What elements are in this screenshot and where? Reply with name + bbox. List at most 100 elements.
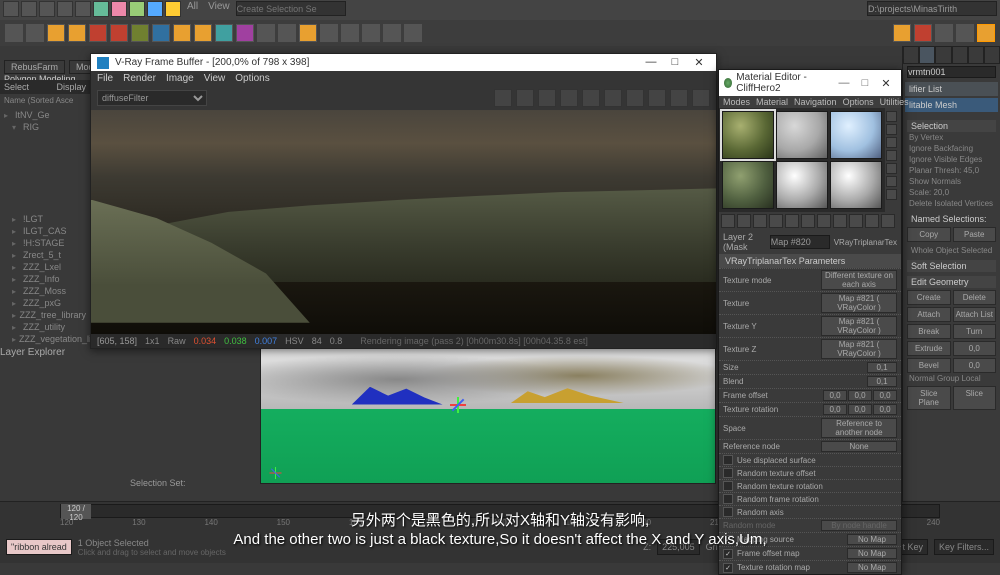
menu-modes[interactable]: Modes	[723, 97, 750, 107]
param-button[interactable]: Map #821 ( VRayColor )	[821, 293, 897, 313]
tree-item[interactable]: ▸ZZZ_vegetation_library	[2, 333, 88, 345]
ico[interactable]	[173, 24, 191, 42]
fx-icon[interactable]	[977, 24, 995, 42]
ico[interactable]	[236, 24, 254, 42]
tool-btn[interactable]	[21, 1, 37, 17]
param-button[interactable]: No Map	[847, 534, 897, 545]
tab-rebusfarm[interactable]: RebusFarm	[4, 60, 65, 74]
param-button[interactable]: No Map	[847, 562, 897, 573]
tree-item[interactable]: ▸ILGT_CAS	[2, 225, 88, 237]
maximize-button[interactable]: □	[855, 77, 875, 90]
minimize-button[interactable]: —	[834, 77, 854, 90]
select-tab[interactable]: Select	[4, 82, 29, 92]
tool-btn[interactable]	[111, 1, 127, 17]
type-label[interactable]: VRayTriplanarTex	[834, 238, 897, 247]
mat-tool-btn[interactable]	[769, 214, 783, 228]
mat-titlebar[interactable]: Material Editor - CliffHero2 — □ ✕	[719, 70, 901, 96]
attach-button[interactable]: Attach	[907, 307, 951, 322]
mat-tool-btn[interactable]	[881, 214, 895, 228]
stack-item[interactable]: litable Mesh	[905, 98, 998, 112]
rollout-selection[interactable]: Selection	[907, 120, 996, 132]
menu-image[interactable]: Image	[166, 73, 194, 84]
vfb-tool[interactable]	[692, 89, 710, 107]
rollout-edit-geometry[interactable]: Edit Geometry	[907, 276, 996, 288]
vfb-tool[interactable]	[626, 89, 644, 107]
material-slot[interactable]	[830, 161, 882, 209]
param-spinner[interactable]: 0,0	[873, 404, 897, 415]
checkbox[interactable]	[723, 494, 733, 504]
minimize-button[interactable]: —	[640, 56, 662, 69]
ico[interactable]	[404, 24, 422, 42]
param-dropdown[interactable]: By node handle	[821, 520, 897, 531]
tree-item[interactable]: ▸ZZZ_Info	[2, 273, 88, 285]
material-slot[interactable]	[776, 111, 828, 159]
mat-tool-btn[interactable]	[833, 214, 847, 228]
tree-item[interactable]: ▾RIG	[2, 121, 88, 133]
delete-button[interactable]: Delete	[953, 290, 997, 305]
ico[interactable]	[278, 24, 296, 42]
tab-display[interactable]	[968, 46, 984, 64]
tool-btn[interactable]	[147, 1, 163, 17]
ico[interactable]	[362, 24, 380, 42]
ico[interactable]	[383, 24, 401, 42]
checkbox[interactable]: ✓	[723, 549, 733, 559]
maximize-button[interactable]: □	[664, 56, 686, 69]
material-slot[interactable]	[722, 161, 774, 209]
ico[interactable]	[26, 24, 44, 42]
break-button[interactable]: Break	[907, 324, 951, 339]
ico[interactable]	[47, 24, 65, 42]
ico[interactable]	[68, 24, 86, 42]
vfb-tool[interactable]	[648, 89, 666, 107]
param-spinner[interactable]: 0,0	[823, 390, 847, 401]
render-view[interactable]	[91, 110, 716, 334]
vfb-tool[interactable]	[604, 89, 622, 107]
display-tab[interactable]: Display	[56, 82, 86, 92]
tree-item[interactable]: ▸ZZZ_Lxel	[2, 261, 88, 273]
selection-set-input[interactable]	[236, 1, 346, 16]
ico[interactable]	[956, 24, 974, 42]
tool-btn[interactable]	[75, 1, 91, 17]
ico[interactable]	[152, 24, 170, 42]
attach-list-button[interactable]: Attach List	[953, 307, 997, 322]
checkbox[interactable]	[723, 468, 733, 478]
checkbox[interactable]	[723, 481, 733, 491]
tab-utilities[interactable]	[984, 46, 1000, 64]
tree-item[interactable]: ▸ItNV_Ge	[2, 109, 88, 121]
material-slot[interactable]	[722, 111, 774, 159]
param-spinner[interactable]: 0,0	[848, 404, 872, 415]
vfb-tool[interactable]	[560, 89, 578, 107]
bevel-spinner[interactable]: 0,0	[953, 358, 997, 373]
param-spinner[interactable]: 0,1	[867, 376, 897, 387]
close-button[interactable]: ✕	[876, 77, 896, 90]
extrude-spinner[interactable]: 0,0	[953, 341, 997, 356]
vfb-tool[interactable]	[670, 89, 688, 107]
param-spinner[interactable]: 0,0	[823, 404, 847, 415]
project-path-input[interactable]	[867, 1, 997, 16]
mat-tool-btn[interactable]	[737, 214, 751, 228]
side-tool[interactable]	[886, 137, 897, 148]
param-button[interactable]: No Map	[847, 548, 897, 559]
ico[interactable]	[320, 24, 338, 42]
material-slot[interactable]	[776, 161, 828, 209]
tool-btn[interactable]	[93, 1, 109, 17]
tool-btn[interactable]	[39, 1, 55, 17]
ico[interactable]	[110, 24, 128, 42]
side-tool[interactable]	[886, 111, 897, 122]
opt[interactable]: Ignore Visible Edges	[907, 154, 996, 165]
menu-view[interactable]: View	[204, 73, 226, 84]
opt[interactable]: Scale: 20,0	[907, 187, 996, 198]
mat-tool-btn[interactable]	[785, 214, 799, 228]
menu-utilities[interactable]: Utilities	[880, 97, 909, 107]
mat-tool-btn[interactable]	[865, 214, 879, 228]
tool-btn[interactable]	[57, 1, 73, 17]
modifier-list[interactable]: lifier List	[905, 82, 998, 96]
side-tool[interactable]	[886, 176, 897, 187]
checkbox[interactable]: ✓	[723, 563, 733, 573]
ico[interactable]	[893, 24, 911, 42]
turn-button[interactable]: Turn	[953, 324, 997, 339]
opt[interactable]: By Vertex	[907, 132, 996, 143]
side-tool[interactable]	[886, 150, 897, 161]
side-tool[interactable]	[886, 189, 897, 200]
copy-button[interactable]: Copy	[907, 227, 951, 242]
ico[interactable]	[299, 24, 317, 42]
